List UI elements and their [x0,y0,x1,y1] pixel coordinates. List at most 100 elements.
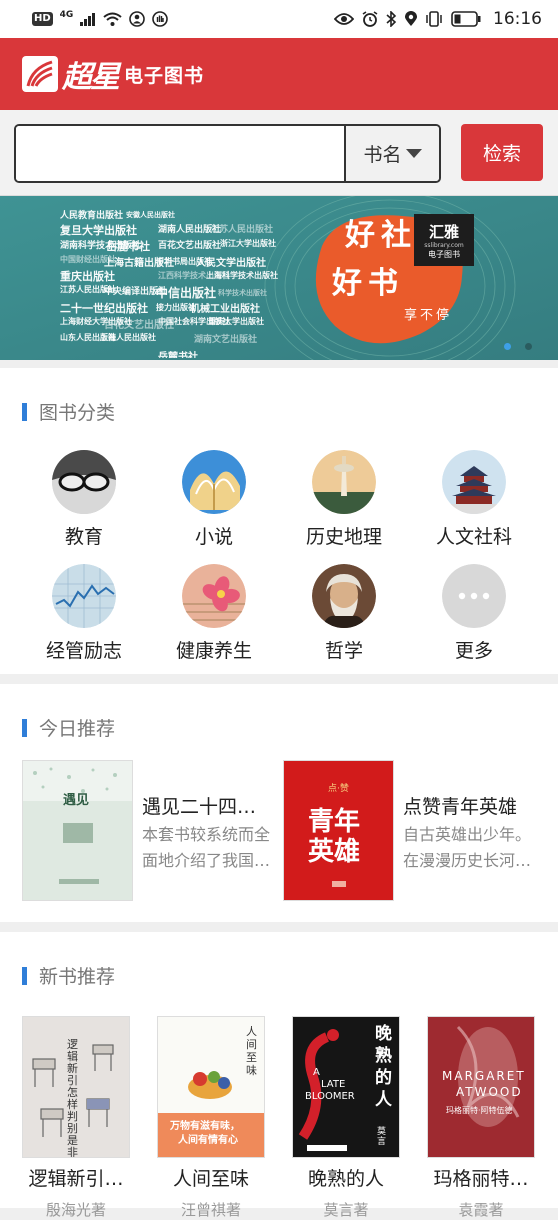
caret-down-icon [405,149,422,158]
book-description-line: 面地介绍了我国… [142,851,271,870]
clock: 16:16 [493,9,542,29]
today-header: 今日推荐 [22,714,115,741]
flower-icon [182,564,246,628]
app-header: 超星 电子图书 [0,38,558,110]
book-cover-title-line2: 英雄 [308,837,361,867]
banner-slogan-tag: 享不停 [404,308,453,323]
hand-icon [152,11,169,27]
today-section: 今日推荐 遇见 遇见二十四… 本套书较系统而全 面地介绍了我国… 点·赞 青年 … [0,684,558,922]
today-title: 今日推荐 [39,718,116,740]
book-title: 遇见二十四… [142,796,257,818]
category-label: 更多 [454,640,493,662]
new-book-3[interactable]: 晚熟的人 A LATE BLOOMER 莫言 晚熟的人 莫言著 [291,1016,401,1220]
banner-pagination [504,343,532,350]
today-item-1[interactable]: 遇见 遇见二十四… 本套书较系统而全 面地介绍了我国… [0,758,279,908]
new-book-4[interactable]: MARGARET ATWOOD 玛格丽特·阿特伍德 玛格丽特… 袁霞著 [426,1016,536,1220]
publisher-name: 人民文学出版社 [196,258,266,269]
category-philosophy[interactable]: 哲学 [279,564,409,663]
category-more[interactable]: 更多 [409,564,539,663]
publisher-name: 机械工业出版社 [190,304,260,315]
battery-icon [451,11,481,27]
book-description-line: 本套书较系统而全 [142,825,271,844]
today-item-2[interactable]: 点·赞 青年 英雄 点赞青年英雄 自古英雄出少年。 在漫漫历史长河… [279,758,558,908]
stock-chart-icon [52,564,116,628]
search-button[interactable]: 检索 [461,124,543,181]
book-pages-icon [182,450,246,514]
book-title: 晚熟的人 [307,1168,384,1190]
wifi-icon [103,12,122,26]
book-cover-title: 晚熟的人 [375,1024,392,1110]
app-title: 电子图书 [124,64,205,87]
book-author: 殷海光著 [45,1201,106,1219]
publisher-name: 重庆大学出版社 [208,317,264,326]
category-fiction[interactable]: 小说 [149,450,279,549]
book-cover: 点·赞 青年 英雄 [283,760,394,901]
book-cover-author: 莫言 [377,1127,387,1147]
publisher-name: 浙江大学出版社 [220,239,276,248]
banner-dot-2[interactable] [525,343,532,350]
publisher-name: 人民教育出版社 [60,211,124,221]
book-description-line: 自古英雄出少年。 [403,825,532,844]
app-logo-text: 超星 [62,60,120,95]
book-cover-title: 逻辑新引 怎样判别是非 [67,1038,78,1158]
new-book-1[interactable]: 逻辑新引 怎样判别是非 逻辑新引… 殷海光著 [21,1016,131,1220]
search-field-label: 书名 [363,144,402,166]
publisher-name: 安徽人民出版社 [126,211,175,219]
book-cover: 人间至味 万物有滋有味， 人间有情有心 [157,1016,265,1158]
signal-icon [80,12,96,26]
category-humanities[interactable]: 人文社科 [409,450,539,549]
publisher-name: 二十一世纪出版社 [60,302,148,315]
new-books-section: 新书推荐 逻辑新引 怎样判别是非 逻辑新引… 殷海光著 人间至味 万物有滋有味，… [0,932,558,1219]
book-cover-en-1: MARGARET [442,1069,526,1083]
tower-icon [312,450,376,514]
category-label: 经管励志 [45,640,122,662]
banner-brand-badge: 汇雅 sslibrary.com 电子图书 [414,214,474,266]
banner-brand-name: 汇雅 [428,222,459,241]
hd-indicator: HD [32,12,53,26]
publisher-name: 科学技术出版社 [218,289,267,297]
banner-brand-url: sslibrary.com [424,241,464,249]
section-marker [22,402,27,421]
philosopher-portrait-icon [312,564,376,628]
book-description: 本套书较系统而全 面地介绍了我国… [142,822,276,874]
book-title: 逻辑新引… [28,1168,124,1190]
category-label: 小说 [194,526,233,548]
category-education[interactable]: 教育 [19,450,149,549]
banner-dot-1[interactable] [504,343,511,350]
book-cover-en-1: A [313,1067,320,1078]
new-books-header: 新书推荐 [22,962,115,989]
search-input[interactable] [16,126,344,181]
banner-slogan-line1: 好社 [345,218,417,253]
book-title: 人间至味 [172,1168,249,1190]
book-cover-slogan-2: 人间有情有心 [178,1135,238,1146]
book-title: 点赞青年英雄 [403,796,518,818]
category-label: 教育 [64,526,103,548]
category-health[interactable]: 健康养生 [149,564,279,663]
search-field-select[interactable]: 书名 [344,126,439,181]
temple-icon [442,450,506,514]
publisher-name: 中信出版社 [156,286,217,300]
book-cover: 遇见 [22,760,133,901]
book-cover-top: 点·赞 [328,784,349,794]
book-cover-title: 人间至味 [246,1025,257,1077]
book-cover: 晚熟的人 A LATE BLOOMER 莫言 [292,1016,400,1158]
search-bar: 书名 检索 [0,110,558,196]
publisher-name: 湖南文艺出版社 [194,335,258,345]
search-box: 书名 [14,124,441,183]
book-title: 玛格丽特… [433,1168,529,1190]
glasses-icon [52,450,116,514]
category-label: 历史地理 [305,526,382,548]
category-business[interactable]: 经管励志 [19,564,149,663]
status-bar: HD 4G 16:16 [0,0,558,38]
category-label: 人文社科 [435,526,512,548]
hotspot-icon [129,11,146,27]
book-cover-en-2: LATE [321,1079,346,1090]
new-book-2[interactable]: 人间至味 万物有滋有味， 人间有情有心 人间至味 汪曾祺著 [156,1016,266,1220]
publisher-name: 百花文艺出版社 [158,241,222,251]
book-cover: 逻辑新引 怎样判别是非 [22,1016,130,1158]
publisher-mark [332,881,346,887]
publisher-name: 复旦大学出版社 [60,224,137,237]
bluetooth-icon [386,11,397,27]
promo-banner[interactable]: 人民教育出版社 安徽人民出版社 复旦大学出版社 湖南人民出版社 江苏人民出版社 湖南科学技… [0,196,558,360]
category-history-geography[interactable]: 历史地理 [279,450,409,549]
